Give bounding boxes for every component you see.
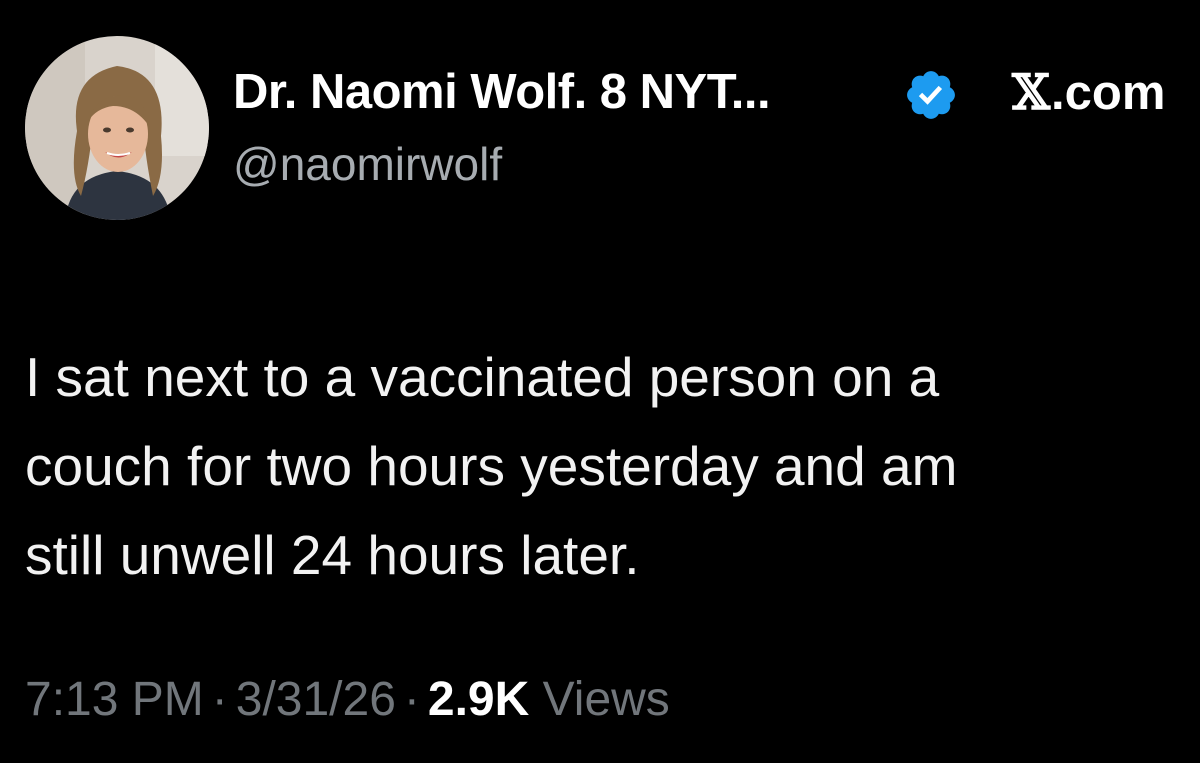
tweet-date[interactable]: 3/31/26 [236, 673, 396, 726]
tweet-text-line: couch for two hours yesterday and am [25, 435, 958, 497]
avatar-photo [25, 36, 209, 220]
tweet-card: Dr. Naomi Wolf. 8 NYT... 𝕏.com @naomirwo… [0, 0, 1200, 763]
tweet-text: I sat next to a vaccinated person on a c… [25, 333, 1175, 600]
views-count[interactable]: 2.9K [428, 673, 529, 726]
author-handle[interactable]: @naomirwolf [233, 136, 502, 192]
tweet-text-line: I sat next to a vaccinated person on a [25, 346, 940, 408]
meta-separator: · [403, 673, 420, 726]
x-logo-icon: 𝕏 [1012, 63, 1051, 121]
tweet-text-line: still unwell 24 hours later. [25, 524, 640, 586]
source-domain: .com [1051, 66, 1166, 120]
avatar[interactable] [25, 36, 209, 220]
views-label: Views [542, 673, 670, 726]
verified-check-badge-icon [907, 71, 955, 119]
meta-separator: · [211, 673, 228, 726]
tweet-meta: 7:13 PM · 3/31/26 · 2.9K Views [25, 670, 670, 730]
tweet-time[interactable]: 7:13 PM [25, 673, 204, 726]
x-source-label: 𝕏.com [1012, 62, 1165, 123]
author-display-name[interactable]: Dr. Naomi Wolf. 8 NYT... [233, 62, 771, 122]
